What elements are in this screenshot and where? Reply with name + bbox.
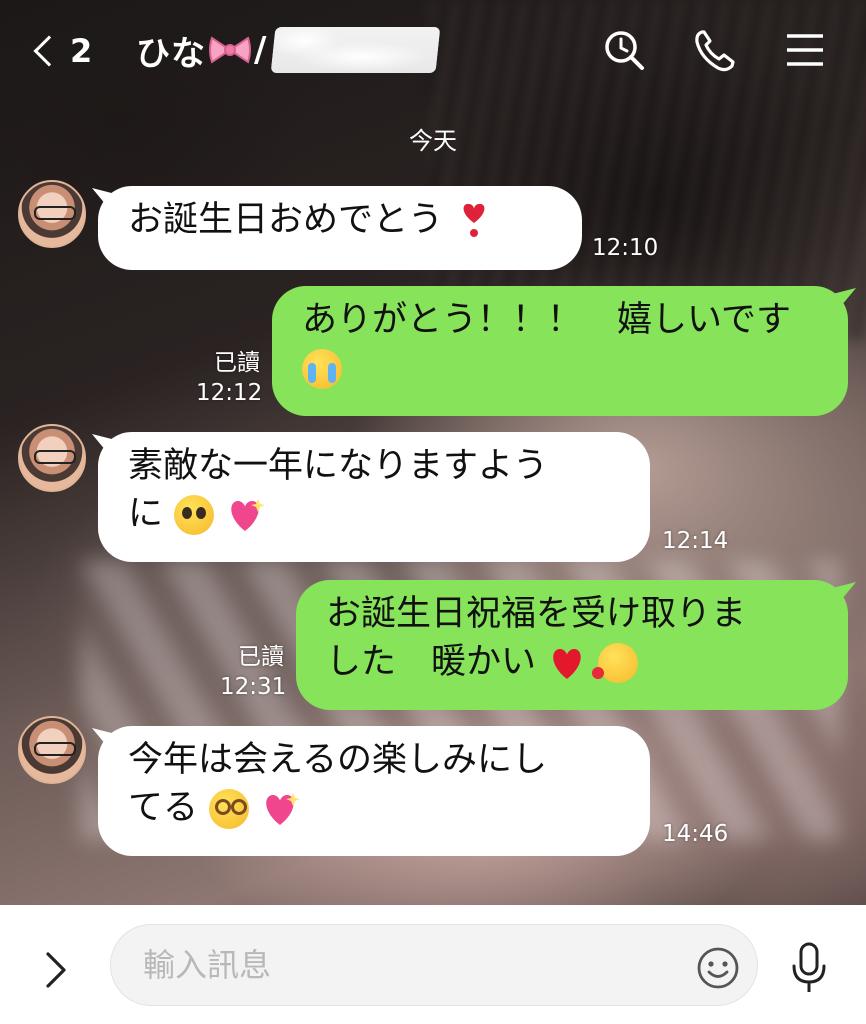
message-text: 今年は会えるの楽しみにし: [128, 740, 547, 780]
unread-count: 2: [70, 32, 93, 70]
read-status: 已讀: [238, 644, 284, 670]
message-text-cont: した 暖かい: [326, 642, 537, 682]
ribbon-icon: [208, 32, 252, 68]
incoming-message-bubble[interactable]: 素敵な一年になりますよう に: [98, 432, 650, 562]
emoji-button[interactable]: [696, 946, 740, 990]
expand-button[interactable]: [36, 950, 76, 990]
message-text: お誕生日おめでとう: [128, 200, 444, 240]
message-text: お誕生日祝福を受け取りま: [326, 594, 747, 634]
back-chevron-icon: [33, 35, 65, 67]
phone-icon: [695, 30, 735, 72]
redacted-name: [271, 27, 441, 73]
menu-icon: [787, 34, 823, 66]
contact-title[interactable]: ひな /: [136, 24, 441, 76]
message-time: 12:14: [662, 528, 729, 554]
loudly-crying-face-icon: [302, 349, 342, 389]
read-receipt: 已讀 12:12: [196, 348, 263, 408]
contact-name: ひな: [136, 33, 206, 74]
menu-button[interactable]: [778, 24, 832, 78]
back-button[interactable]: 2: [28, 28, 108, 74]
message-text: ありがとう！！！ 嬉しいです: [302, 300, 791, 340]
read-receipt: 已讀 12:31: [220, 642, 287, 702]
smiley-icon: [697, 947, 739, 989]
red-heart-icon: [547, 645, 587, 681]
message-time: 12:12: [196, 380, 263, 406]
sparkling-heart-icon: [225, 497, 266, 533]
dizzy-face-icon: [209, 789, 250, 829]
microphone-icon: [792, 942, 826, 992]
smiling-face-with-hearts-icon: [592, 643, 639, 683]
message-text-cont: に: [128, 494, 164, 534]
sparkling-heart-icon: [260, 791, 301, 827]
incoming-message-bubble[interactable]: お誕生日おめでとう: [98, 186, 582, 270]
contact-suffix: /: [254, 30, 268, 70]
message-time: 14:46: [662, 821, 729, 847]
incoming-message-bubble[interactable]: 今年は会えるの楽しみにし てる: [98, 726, 650, 856]
date-separator: 今天: [409, 126, 457, 155]
message-time: 12:31: [220, 674, 287, 700]
outgoing-message-bubble[interactable]: ありがとう！！！ 嬉しいです: [272, 286, 848, 416]
message-input[interactable]: [110, 924, 758, 1006]
heavy-exclamation-heart-icon: [454, 203, 494, 239]
chat-header: 2 ひな /: [0, 0, 866, 100]
search-button[interactable]: [598, 24, 652, 78]
call-button[interactable]: [688, 24, 742, 78]
message-time: 12:10: [592, 235, 659, 261]
avatar[interactable]: [18, 716, 86, 784]
expand-icon: [46, 952, 66, 988]
avatar[interactable]: [18, 424, 86, 492]
message-text-cont: てる: [128, 788, 199, 828]
message-text: 素敵な一年になりますよう: [128, 446, 549, 486]
microphone-button[interactable]: [786, 940, 832, 996]
outgoing-message-bubble[interactable]: お誕生日祝福を受け取りま した 暖かい: [296, 580, 848, 710]
read-status: 已讀: [214, 350, 260, 376]
pleading-face-icon: [174, 495, 215, 535]
avatar[interactable]: [18, 180, 86, 248]
search-icon: [605, 31, 644, 70]
